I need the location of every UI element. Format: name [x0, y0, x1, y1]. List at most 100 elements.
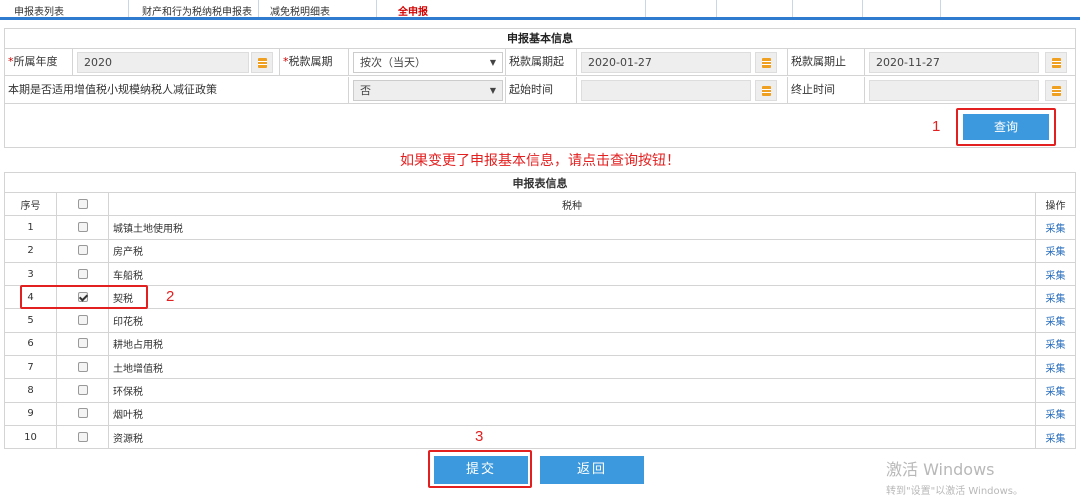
basic-info-row-1: *所属年度 2020 *税款属期 按次（当天） ▼ 税款属期起 2020-01-2… [5, 49, 1075, 76]
tab-full-declaration[interactable]: 全申报 [398, 3, 428, 18]
end-time-label: 终止时间 [787, 77, 865, 103]
calendar-icon[interactable] [251, 52, 273, 73]
tab-declaration-list[interactable]: 申报表列表 [14, 3, 64, 18]
watermark-line-2: 转到"设置"以激活 Windows。 [886, 486, 1024, 497]
row-checkbox-cell[interactable] [56, 401, 109, 426]
year-field[interactable]: 2020 [77, 52, 249, 73]
row-checkbox[interactable] [77, 408, 88, 419]
end-time-field[interactable] [869, 80, 1039, 101]
period-label: *税款属期 [279, 49, 349, 75]
row-no: 2 [4, 238, 57, 263]
row-no: 1 [4, 215, 57, 240]
header-no: 序号 [4, 191, 57, 217]
row-tax-name: 城镇土地使用税 [108, 215, 1036, 240]
header-select-all[interactable] [56, 191, 109, 217]
row-checkbox[interactable] [77, 315, 88, 326]
row-checkbox-cell[interactable] [56, 424, 109, 450]
row-checkbox[interactable] [77, 245, 88, 256]
row-tax-name: 环保税 [108, 378, 1036, 403]
table-header-row: 序号 税种 操作 [4, 191, 1076, 217]
table-row: 7 土地增值税 采集 [4, 355, 1076, 380]
row-checkbox[interactable] [77, 338, 88, 349]
back-button[interactable]: 返回 [540, 456, 644, 484]
row-op-cell: 采集 [1035, 424, 1076, 450]
policy-select[interactable]: 否 ▼ [353, 80, 503, 101]
select-all-checkbox[interactable] [77, 198, 88, 209]
declaration-table-title-row: 申报表信息 [4, 172, 1076, 193]
tab-property-behavior-tax-form[interactable]: 财产和行为税纳税申报表 [142, 3, 252, 18]
row-no: 6 [4, 331, 57, 357]
watermark-line-1: 激活 Windows [886, 460, 995, 479]
row-op-cell: 采集 [1035, 238, 1076, 263]
collect-link[interactable]: 采集 [1046, 247, 1066, 258]
collect-link[interactable]: 采集 [1046, 434, 1066, 445]
collect-link[interactable]: 采集 [1046, 410, 1066, 421]
collect-link[interactable]: 采集 [1046, 224, 1066, 235]
calendar-icon[interactable] [755, 80, 777, 101]
tab-exemption-detail[interactable]: 减免税明细表 [270, 3, 330, 18]
annotation-1: 1 [932, 118, 941, 135]
row-tax-name: 印花税 [108, 308, 1036, 333]
row-checkbox[interactable] [77, 431, 88, 442]
row-checkbox-cell[interactable] [56, 331, 109, 357]
row-op-cell: 采集 [1035, 308, 1076, 333]
tab-divider [716, 0, 717, 17]
tab-divider [376, 0, 377, 17]
calendar-icon[interactable] [1045, 80, 1067, 101]
header-op: 操作 [1035, 191, 1076, 217]
chevron-down-icon: ▼ [489, 86, 496, 95]
row-op-cell: 采集 [1035, 378, 1076, 403]
period-start-label: 税款属期起 [505, 49, 577, 75]
row-op-cell: 采集 [1035, 261, 1076, 287]
year-label: *所属年度 [5, 49, 73, 75]
table-row: 5 印花税 采集 [4, 308, 1076, 333]
tab-divider [862, 0, 863, 17]
period-select[interactable]: 按次（当天） ▼ [353, 52, 503, 73]
row-tax-name: 烟叶税 [108, 401, 1036, 426]
collect-link[interactable]: 采集 [1046, 294, 1066, 305]
tab-divider [128, 0, 129, 17]
row-checkbox[interactable] [77, 268, 88, 279]
row-op-cell: 采集 [1035, 355, 1076, 380]
row-tax-name: 耕地占用税 [108, 331, 1036, 357]
row-tax-name: 契税 [108, 285, 1036, 310]
row-no: 8 [4, 378, 57, 403]
row-checkbox[interactable] [77, 385, 88, 396]
row-checkbox[interactable] [77, 361, 88, 372]
collect-link[interactable]: 采集 [1046, 317, 1066, 328]
row-checkbox-cell[interactable] [56, 355, 109, 380]
table-row: 2 房产税 采集 [4, 238, 1076, 263]
collect-link[interactable]: 采集 [1046, 364, 1066, 375]
highlight-box-query [956, 108, 1056, 146]
row-checkbox-cell[interactable] [56, 261, 109, 287]
row-checkbox-cell[interactable] [56, 308, 109, 333]
tab-divider [940, 0, 941, 17]
row-op-cell: 采集 [1035, 285, 1076, 310]
row-checkbox[interactable] [77, 221, 88, 232]
row-no: 10 [4, 424, 57, 450]
calendar-icon[interactable] [1045, 52, 1067, 73]
row-no: 5 [4, 308, 57, 333]
tab-divider [258, 0, 259, 17]
annotation-3: 3 [475, 428, 484, 445]
row-checkbox-cell[interactable] [56, 238, 109, 263]
begin-time-field[interactable] [581, 80, 751, 101]
collect-link[interactable]: 采集 [1046, 387, 1066, 398]
annotation-2: 2 [166, 288, 175, 305]
collect-link[interactable]: 采集 [1046, 271, 1066, 282]
row-checkbox-cell[interactable] [56, 215, 109, 240]
row-no: 3 [4, 261, 57, 287]
basic-info-row-2: 本期是否适用增值税小规模纳税人减征政策 否 ▼ 起始时间 终止时间 [5, 77, 1075, 104]
query-hint: 如果变更了申报基本信息，请点击查询按钮！ [400, 153, 680, 169]
row-checkbox-cell[interactable] [56, 378, 109, 403]
table-row: 10 资源税 采集 [4, 424, 1076, 450]
table-row: 9 烟叶税 采集 [4, 401, 1076, 426]
period-end-field[interactable]: 2020-11-27 [869, 52, 1039, 73]
calendar-icon[interactable] [755, 52, 777, 73]
declaration-table: 申报表信息 序号 税种 操作 1 城镇土地使用税 采集 2 房产税 采集 3 车… [4, 172, 1076, 450]
tab-divider [792, 0, 793, 17]
collect-link[interactable]: 采集 [1046, 340, 1066, 351]
period-start-field[interactable]: 2020-01-27 [581, 52, 751, 73]
row-tax-name: 房产税 [108, 238, 1036, 263]
policy-label: 本期是否适用增值税小规模纳税人减征政策 [5, 77, 349, 103]
